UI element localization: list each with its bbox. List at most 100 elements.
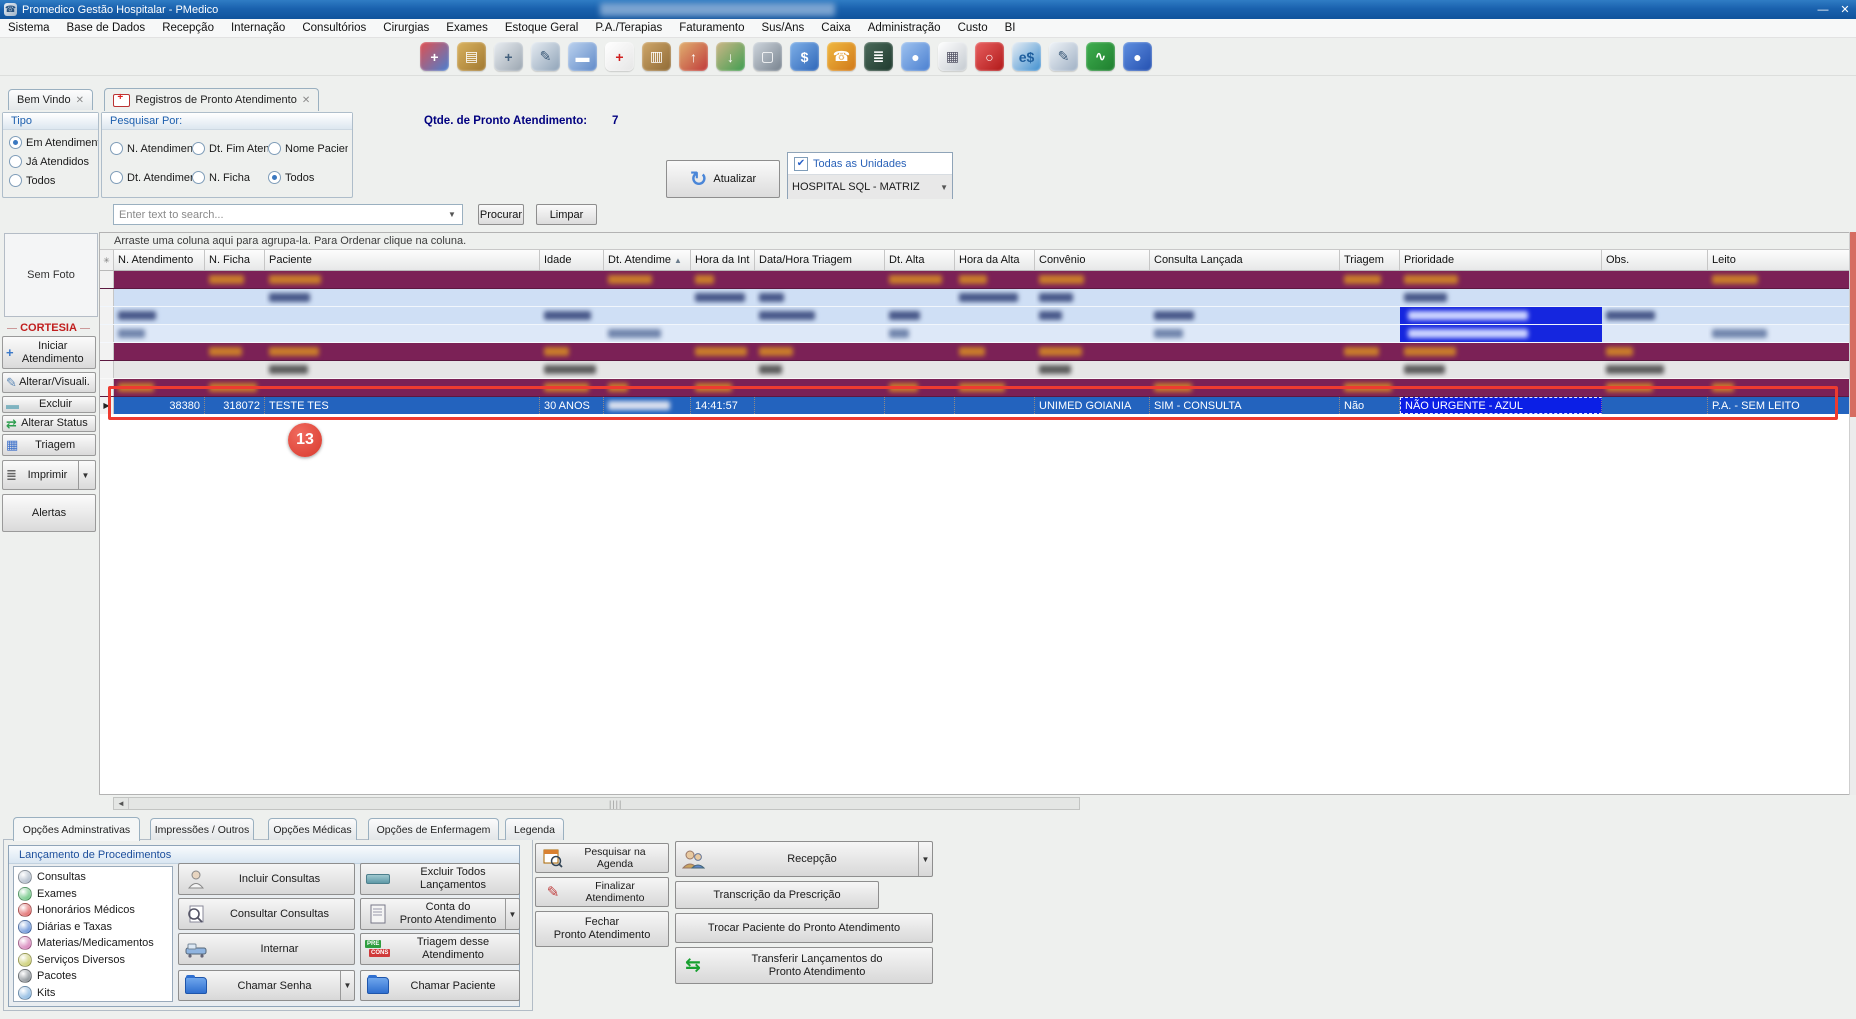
bottom-tab-op-es-m-dicas[interactable]: Opções Médicas [268, 818, 357, 840]
menu-item-exames[interactable]: Exames [446, 22, 488, 34]
column-header-n-ficha[interactable]: N. Ficha [205, 250, 265, 270]
minimize-button[interactable]: — [1812, 4, 1834, 16]
radio-em-atendimento[interactable]: Em Atendimento [9, 136, 98, 149]
unidade-select[interactable]: HOSPITAL SQL - MATRIZ ▼ [788, 175, 952, 199]
radio-dt-fim-atendime[interactable]: Dt. Fim Atendime [192, 142, 268, 155]
procedure-item-di-rias-e-taxas[interactable]: Diárias e Taxas [14, 919, 172, 936]
consultar-consultas-button[interactable]: Consultar Consultas [178, 898, 355, 930]
radio-n-ficha[interactable]: N. Ficha [192, 171, 268, 184]
limpar-button[interactable]: Limpar [536, 204, 597, 225]
procedure-item-exames[interactable]: Exames [14, 886, 172, 903]
triagem-atendimento-button[interactable]: PRECONS Triagem desse Atendimento [360, 933, 520, 965]
imprimir-button[interactable]: ≣Imprimir▼ [2, 460, 96, 490]
sair-icon[interactable]: ○ [975, 42, 1004, 71]
tab-close-icon[interactable]: ✕ [76, 95, 84, 106]
trocar-paciente-button[interactable]: Trocar Paciente do Pronto Atendimento [675, 913, 933, 943]
recepcao-button[interactable]: Recepção ▼ [675, 841, 933, 877]
column-header-conv-nio[interactable]: Convênio [1035, 250, 1150, 270]
grid-vertical-scrollbar[interactable] [1849, 232, 1856, 795]
internar-button[interactable]: Internar [178, 933, 355, 965]
column-header-hora-da-int[interactable]: Hora da Int [691, 250, 755, 270]
agenda-telefonica-icon[interactable]: ☎ [827, 42, 856, 71]
finalizar-atendimento-button[interactable]: ✎ Finalizar Atendimento [535, 877, 669, 907]
grid-row-redacted[interactable] [100, 325, 1850, 343]
search-input[interactable] [113, 204, 463, 225]
cadastro-pacientes-icon[interactable]: ▤ [457, 42, 486, 71]
fechar-pronto-atendimento-button[interactable]: Fechar Pronto Atendimento [535, 911, 669, 947]
bottom-tab-impress-es-outros[interactable]: Impressões / Outros [150, 818, 254, 840]
menu-item-custo[interactable]: Custo [958, 22, 988, 34]
column-header-dt-atendime[interactable]: Dt. Atendime▲ [604, 250, 691, 270]
triagem-button[interactable]: ▦Triagem [2, 434, 96, 456]
grid-row-redacted[interactable] [100, 307, 1850, 325]
prescricao-icon[interactable]: ✎ [531, 42, 560, 71]
imprimir-dropdown-icon[interactable]: ▼ [78, 461, 92, 489]
close-button[interactable]: ✕ [1834, 3, 1856, 16]
incluir-consultas-button[interactable]: Incluir Consultas [178, 863, 355, 895]
excluir-todos-lancamentos-button[interactable]: Excluir Todos Lançamentos [360, 863, 520, 895]
procurar-button[interactable]: Procurar [478, 204, 524, 225]
tab-bem-vindo[interactable]: Bem Vindo✕ [8, 89, 93, 110]
atualizar-button[interactable]: ↻ Atualizar [666, 160, 780, 198]
radio-j-atendidos[interactable]: Já Atendidos [9, 155, 98, 168]
atendimento-emergencia-icon[interactable]: + [420, 42, 449, 71]
menu-item-base-de-dados[interactable]: Base de Dados [67, 22, 146, 34]
grafico-financeiro-icon[interactable]: $ [790, 42, 819, 71]
menu-item-administra-o[interactable]: Administração [868, 22, 941, 34]
radio-todos[interactable]: Todos [268, 171, 348, 184]
column-header-consulta-lan-ada[interactable]: Consulta Lançada [1150, 250, 1340, 270]
recepcao-dropdown-icon[interactable]: ▼ [918, 842, 932, 876]
column-header-leito[interactable]: Leito [1708, 250, 1850, 270]
menu-item-cirurgias[interactable]: Cirurgias [383, 22, 429, 34]
column-header-triagem[interactable]: Triagem [1340, 250, 1400, 270]
column-header-idade[interactable]: Idade [540, 250, 604, 270]
menu-item-p-a-terapias[interactable]: P.A./Terapias [595, 22, 662, 34]
menu-item-faturamento[interactable]: Faturamento [679, 22, 744, 34]
grid-row-redacted[interactable] [100, 271, 1850, 289]
column-header-paciente[interactable]: Paciente [265, 250, 540, 270]
iniciar-atendimento-button[interactable]: +Iniciar Atendimento [2, 336, 96, 369]
menu-item-recep-o[interactable]: Recepção [162, 22, 214, 34]
search-dropdown-icon[interactable]: ▼ [448, 210, 456, 219]
tab-close-icon[interactable]: ✕ [302, 95, 310, 106]
entradas-financeiras-icon[interactable]: ↑ [679, 42, 708, 71]
estoque-icon[interactable]: ▥ [642, 42, 671, 71]
radio-n-atendimento[interactable]: N. Atendimento [110, 142, 192, 155]
medicos-icon[interactable]: + [494, 42, 523, 71]
column-header-data-hora-triagem[interactable]: Data/Hora Triagem [755, 250, 885, 270]
bottom-tab-legenda[interactable]: Legenda [505, 818, 564, 840]
procedure-item-pacotes[interactable]: Pacotes [14, 968, 172, 985]
bottom-tab-op-es-de-enfermagem[interactable]: Opções de Enfermagem [368, 818, 499, 840]
menu-item-interna-o[interactable]: Internação [231, 22, 285, 34]
procedure-item-consultas[interactable]: Consultas [14, 869, 172, 886]
ambulancia-icon[interactable]: + [605, 42, 634, 71]
contatos-icon[interactable]: ● [1123, 42, 1152, 71]
prontuario-eletronico-icon[interactable]: ∿ [1086, 42, 1115, 71]
conta-pronto-atendimento-button[interactable]: Conta do Pronto Atendimento ▼ [360, 898, 520, 930]
todas-unidades-checkbox[interactable]: ✔ Todas as Unidades [788, 153, 952, 175]
alterar-status-button[interactable]: ⇄Alterar Status [2, 415, 96, 432]
cofre-icon[interactable]: ▢ [753, 42, 782, 71]
fatura-icon[interactable]: ▦ [938, 42, 967, 71]
procedure-item-materias-medicamentos[interactable]: Materias/Medicamentos [14, 935, 172, 952]
leitos-icon[interactable]: ▬ [568, 42, 597, 71]
radio-todos[interactable]: Todos [9, 174, 98, 187]
conta-dropdown-icon[interactable]: ▼ [505, 899, 519, 929]
chamar-senha-button[interactable]: Chamar Senha ▼ [178, 970, 355, 1001]
mensagens-icon[interactable]: ● [901, 42, 930, 71]
pesquisar-agenda-button[interactable]: Pesquisar na Agenda [535, 843, 669, 873]
grid-row-redacted[interactable] [100, 289, 1850, 307]
grid-row-redacted[interactable] [100, 361, 1850, 379]
menu-item-consult-rios[interactable]: Consultórios [302, 22, 366, 34]
column-header-obs[interactable]: Obs. [1602, 250, 1708, 270]
chamar-senha-dropdown-icon[interactable]: ▼ [340, 971, 354, 1000]
chamar-paciente-button[interactable]: Chamar Paciente [360, 970, 520, 1001]
assinar-documento-icon[interactable]: ✎ [1049, 42, 1078, 71]
splitter-grip[interactable]: |||| [609, 799, 622, 809]
procedure-item-servi-os-diversos[interactable]: Serviços Diversos [14, 952, 172, 969]
bottom-tab-op-es-adminstrativas[interactable]: Opções Adminstrativas [13, 817, 140, 841]
saidas-financeiras-icon[interactable]: ↓ [716, 42, 745, 71]
column-header-n-atendimento[interactable]: N. Atendimento [114, 250, 205, 270]
grid-horizontal-scrollbar[interactable]: ◄ |||| [113, 797, 1080, 810]
excluir-button[interactable]: ▬Excluir [2, 396, 96, 413]
